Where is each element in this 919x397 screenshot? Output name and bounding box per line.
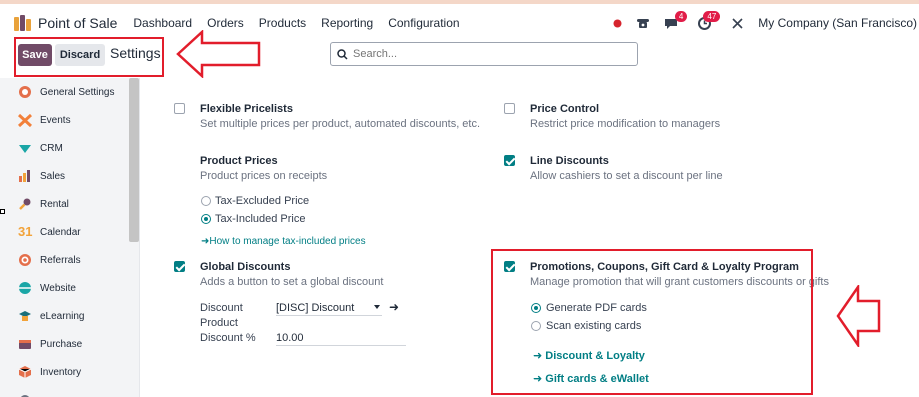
tools-icon[interactable]	[731, 17, 744, 30]
price-control-desc: Restrict price modification to managers	[530, 118, 721, 130]
inventory-icon	[18, 366, 32, 378]
sidebar-item-crm[interactable]: CRM	[0, 134, 139, 162]
messages-badge: 4	[674, 10, 688, 22]
app-brand[interactable]: Point of Sale	[14, 15, 133, 31]
menu-reporting[interactable]: Reporting	[321, 16, 373, 30]
product-prices-title: Product Prices	[200, 155, 278, 167]
price-control-title: Price Control	[530, 103, 600, 115]
dropdown-caret-icon	[374, 305, 380, 309]
sidebar-item-events[interactable]: Events	[0, 106, 139, 134]
app-name[interactable]: Point of Sale	[38, 15, 117, 31]
settings-sidebar: General Settings Events CRM Sales Rental…	[0, 78, 140, 397]
purchase-icon	[19, 340, 31, 349]
flexible-pricelists-title: Flexible Pricelists	[200, 103, 293, 115]
sidebar-item-sales[interactable]: Sales	[0, 162, 139, 190]
discount-pct-input[interactable]: 10.00	[276, 332, 406, 346]
app-icon	[21, 395, 29, 397]
sidebar-item-inventory[interactable]: Inventory	[0, 358, 139, 386]
company-switcher[interactable]: My Company (San Francisco)	[758, 16, 917, 30]
calendar-icon: 31	[18, 224, 33, 239]
phone-icon[interactable]	[636, 16, 650, 30]
sidebar-item-general-settings[interactable]: General Settings	[0, 78, 139, 106]
discount-pct-label: Discount %	[200, 332, 256, 344]
menu-products[interactable]: Products	[259, 16, 306, 30]
flexible-pricelists-checkbox[interactable]	[174, 103, 185, 114]
messages-icon[interactable]: 4	[664, 10, 688, 30]
tax-included-doc-link[interactable]: ➜How to manage tax-included prices	[201, 236, 366, 247]
resize-handle[interactable]	[0, 209, 5, 214]
flexible-pricelists-desc: Set multiple prices per product, automat…	[200, 118, 481, 130]
sidebar-item-purchase[interactable]: Purchase	[0, 330, 139, 358]
rental-icon	[19, 198, 31, 210]
line-discounts-title: Line Discounts	[530, 155, 609, 167]
status-dot-icon[interactable]	[613, 19, 622, 28]
website-icon	[19, 282, 31, 294]
internal-link-arrow-icon[interactable]: ➜	[389, 300, 399, 314]
search-icon	[337, 48, 348, 60]
elearning-icon	[19, 311, 31, 321]
discount-product-select[interactable]: [DISC] Discount	[276, 302, 382, 316]
sidebar-item-elearning[interactable]: eLearning	[0, 302, 139, 330]
line-discounts-checkbox[interactable]	[504, 155, 515, 166]
events-icon	[18, 113, 32, 127]
product-prices-desc: Product prices on receipts	[200, 170, 328, 182]
discount-product-label-2: Product	[200, 317, 238, 329]
tax-excluded-label[interactable]: Tax-Excluded Price	[215, 195, 309, 207]
price-control-checkbox[interactable]	[504, 103, 515, 114]
discount-product-label: Discount	[200, 302, 243, 314]
annotation-arrow-left-icon	[836, 285, 881, 347]
pos-logo-icon	[14, 15, 32, 31]
activities-badge: 47	[703, 10, 721, 22]
menu-orders[interactable]: Orders	[207, 16, 244, 30]
sidebar-item-referrals[interactable]: Referrals	[0, 246, 139, 274]
sidebar-item-website[interactable]: Website	[0, 274, 139, 302]
referrals-icon	[19, 254, 31, 266]
menu-dashboard[interactable]: Dashboard	[133, 16, 192, 30]
tax-included-label[interactable]: Tax-Included Price	[215, 213, 306, 225]
sidebar-item-rental[interactable]: Rental	[0, 190, 139, 218]
annotation-box-controls	[14, 37, 164, 77]
activities-icon[interactable]: 47	[698, 10, 721, 30]
sales-icon	[19, 170, 30, 182]
tax-included-radio[interactable]	[201, 214, 211, 224]
menu-configuration[interactable]: Configuration	[388, 16, 459, 30]
odoo-icon	[19, 86, 31, 98]
tax-excluded-radio[interactable]	[201, 196, 211, 206]
sidebar-item-calendar[interactable]: 31 Calendar	[0, 218, 139, 246]
sidebar-scrollbar[interactable]	[129, 78, 139, 242]
annotation-arrow-left-icon	[176, 30, 261, 78]
top-navbar: Point of Sale Dashboard Orders Products …	[0, 0, 919, 42]
sidebar-item-more[interactable]	[0, 386, 139, 397]
global-discounts-title: Global Discounts	[200, 261, 291, 273]
crm-icon	[19, 145, 31, 153]
annotation-box-promotions	[491, 249, 813, 395]
global-discounts-desc: Adds a button to set a global discount	[200, 276, 384, 288]
search-input[interactable]	[353, 48, 633, 60]
search-bar[interactable]	[330, 42, 638, 66]
global-discounts-checkbox[interactable]	[174, 261, 185, 272]
line-discounts-desc: Allow cashiers to set a discount per lin…	[530, 170, 723, 182]
